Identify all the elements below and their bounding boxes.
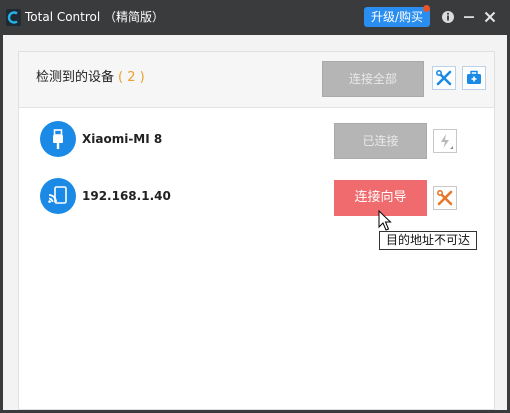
panel-header: 检测到的设备( 2 ) 连接全部 <box>19 52 494 108</box>
connected-button[interactable]: 已连接 <box>334 123 427 159</box>
upgrade-purchase-button[interactable]: 升级/购买 <box>364 7 430 27</box>
close-icon[interactable] <box>481 8 499 26</box>
device-icon-circle <box>40 121 76 157</box>
info-icon[interactable] <box>439 8 457 26</box>
main-content: 检测到的设备( 2 ) 连接全部 Xiaomi-MI 8 已连接 192.168… <box>3 35 507 410</box>
title-bar: Total Control （精简版） 升级/购买 <box>0 0 510 35</box>
device-row-wifi: 192.168.1.40 连接向导 <box>19 173 494 221</box>
detected-devices-label: 检测到的设备( 2 ) <box>36 69 145 87</box>
mouse-cursor-icon <box>378 210 392 231</box>
window-title: Total Control （精简版） <box>25 10 165 24</box>
device-name: 192.168.1.40 <box>82 189 171 203</box>
toolbox-icon <box>467 70 481 84</box>
flash-icon <box>441 134 453 149</box>
total-control-logo <box>6 9 21 26</box>
settings-tools-button[interactable] <box>432 66 456 90</box>
device-row-xiaomi: Xiaomi-MI 8 已连接 <box>19 116 494 164</box>
device-settings-button[interactable] <box>433 129 457 153</box>
wrench-screwdriver-icon <box>435 69 452 86</box>
wrench-screwdriver-icon <box>436 189 453 206</box>
device-tools-button[interactable] <box>433 186 457 210</box>
toolbox-button[interactable] <box>462 66 486 90</box>
device-name: Xiaomi-MI 8 <box>82 132 163 146</box>
device-icon-circle <box>40 178 76 214</box>
notification-dot <box>423 5 430 12</box>
tooltip: 目的地址不可达 <box>379 231 477 250</box>
connect-all-button[interactable]: 连接全部 <box>322 61 424 97</box>
wifi-icon <box>48 186 67 204</box>
minimize-icon[interactable] <box>460 8 478 26</box>
device-count: ( 2 ) <box>118 70 145 85</box>
detected-devices-text: 检测到的设备 <box>36 70 115 85</box>
usb-icon <box>53 129 63 149</box>
